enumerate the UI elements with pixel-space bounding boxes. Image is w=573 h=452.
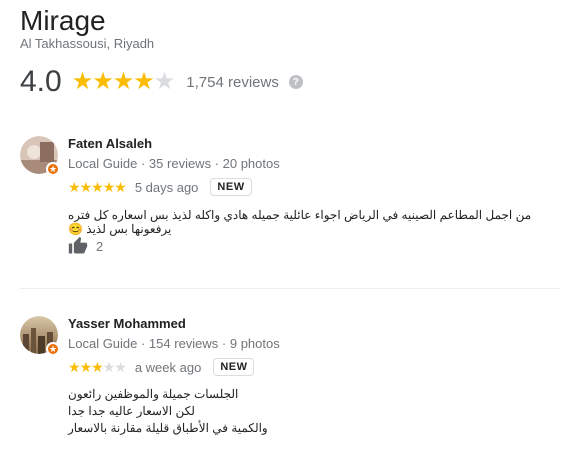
- star-icon: ★: [133, 68, 154, 95]
- review-text-line: والكمية في الأطباق قليلة مقارنة بالاسعار: [68, 421, 268, 435]
- star-icon: ★: [91, 179, 104, 195]
- local-guide-badge-icon: ★: [46, 342, 60, 356]
- new-badge: NEW: [210, 178, 252, 196]
- review-card: ★ Yasser Mohammed Local Guide · 154 revi…: [20, 316, 560, 446]
- rating-value: 4.0: [20, 65, 62, 98]
- review-text: من اجمل المطاعم الصينيه في الرياض اجواء …: [68, 208, 532, 236]
- star-empty-icon: ★: [153, 68, 175, 95]
- star-icon: ★: [91, 359, 104, 375]
- star-icon: ★: [79, 359, 93, 375]
- help-icon[interactable]: ?: [288, 75, 303, 89]
- reviews-count-link[interactable]: 1,754 reviews: [186, 74, 279, 91]
- star-icon: ★: [92, 68, 113, 95]
- rating-stars: ★ ★ ★ ★ ★: [71, 68, 176, 95]
- star-icon: ★: [112, 68, 134, 95]
- thumbs-up-icon: [68, 236, 88, 254]
- review-text-line: الجلسات جميلة والموظفين رائعون: [68, 387, 239, 401]
- star-icon: ★: [68, 359, 81, 375]
- place-address: Al Takhassousi, Riyadh: [20, 36, 155, 51]
- review-author-meta: Local Guide · 35 reviews · 20 photos: [68, 156, 280, 171]
- review-author-meta: Local Guide · 154 reviews · 9 photos: [68, 336, 280, 351]
- star-empty-icon: ★: [114, 359, 127, 375]
- review-time: 5 days ago: [134, 179, 199, 195]
- review-author[interactable]: Faten Alsaleh: [68, 136, 568, 151]
- star-icon: ★: [79, 179, 93, 195]
- like-count: 2: [96, 238, 104, 254]
- review-time: a week ago: [134, 359, 202, 375]
- review-text-line: لكن الاسعار عاليه جدا جدا: [68, 404, 195, 418]
- star-icon: ★: [114, 179, 127, 195]
- like-button[interactable]: 2: [68, 236, 103, 256]
- review-stars: ★ ★ ★ ★ ★: [68, 359, 127, 375]
- review-author[interactable]: Yasser Mohammed: [68, 316, 568, 331]
- star-icon: ★: [71, 68, 93, 95]
- star-empty-icon: ★: [102, 359, 116, 375]
- star-icon: ★: [102, 179, 116, 195]
- local-guide-badge-icon: ★: [46, 162, 60, 176]
- review-stars: ★ ★ ★ ★ ★: [68, 179, 127, 195]
- new-badge: NEW: [213, 358, 255, 376]
- review-card: ★ Faten Alsaleh Local Guide · 35 reviews…: [20, 136, 560, 266]
- avatar[interactable]: ★: [20, 316, 60, 356]
- star-icon: ★: [68, 179, 81, 195]
- divider: [20, 288, 560, 289]
- rating-summary: 4.0 ★ ★ ★ ★ ★ 1,754 reviews ?: [20, 64, 303, 100]
- place-title: Mirage: [20, 5, 106, 36]
- avatar[interactable]: ★: [20, 136, 60, 176]
